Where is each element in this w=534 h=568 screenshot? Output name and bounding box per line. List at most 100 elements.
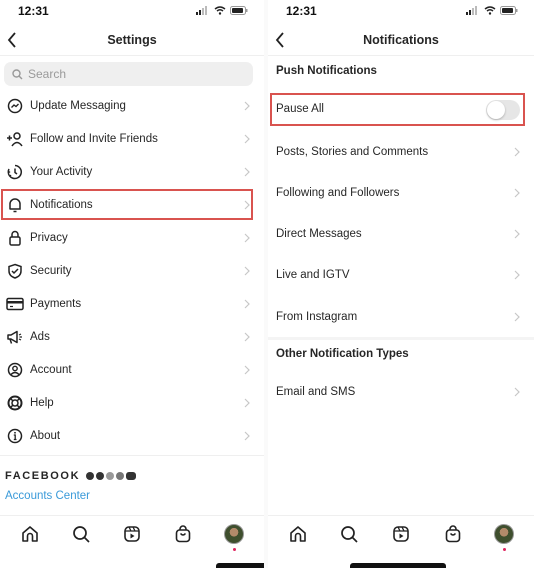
item-label: Follow and Invite Friends — [30, 132, 158, 145]
tab-shop[interactable] — [172, 523, 194, 545]
facebook-app-icons — [86, 472, 137, 480]
tab-home[interactable] — [287, 523, 309, 545]
status-icons — [466, 6, 518, 15]
settings-item-privacy[interactable]: Privacy — [0, 221, 264, 254]
item-label: Security — [30, 264, 72, 277]
messenger-small-icon — [96, 472, 105, 480]
facebook-wordmark: FACEBOOK — [5, 470, 81, 482]
chevron-right-icon — [244, 134, 250, 143]
settings-item-follow-invite[interactable]: Follow and Invite Friends — [0, 122, 264, 155]
home-indicator — [350, 563, 446, 568]
notif-item-from-instagram[interactable]: From Instagram — [268, 299, 534, 335]
highlight-box-pause-all — [270, 93, 525, 126]
settings-item-help[interactable]: Help — [0, 386, 264, 419]
item-label: Update Messaging — [30, 99, 126, 112]
tab-profile[interactable] — [493, 523, 515, 551]
item-label: Your Activity — [30, 165, 93, 178]
chevron-right-icon — [514, 312, 520, 322]
settings-item-about[interactable]: About — [0, 419, 264, 452]
item-label: Help — [30, 396, 54, 409]
notifications-screen: 12:31 Notifications Push Notifications P… — [268, 0, 534, 568]
reels-icon — [124, 526, 140, 542]
settings-item-payments[interactable]: Payments — [0, 287, 264, 320]
shield-check-icon — [5, 261, 25, 281]
settings-item-ads[interactable]: Ads — [0, 320, 264, 353]
item-label: Direct Messages — [276, 228, 362, 240]
tab-reels[interactable] — [390, 523, 412, 545]
status-bar: 12:31 — [0, 0, 264, 22]
notif-item-live-igtv[interactable]: Live and IGTV — [268, 257, 534, 293]
notif-item-direct-messages[interactable]: Direct Messages — [268, 216, 534, 252]
lock-icon — [5, 228, 25, 248]
accounts-center-link[interactable]: Accounts Center — [5, 490, 90, 502]
settings-item-your-activity[interactable]: Your Activity — [0, 155, 264, 188]
status-time: 12:31 — [18, 4, 49, 18]
chevron-right-icon — [244, 167, 250, 176]
person-circle-icon — [5, 360, 25, 380]
reels-icon — [393, 526, 409, 542]
settings-item-account[interactable]: Account — [0, 353, 264, 386]
item-label: About — [30, 429, 61, 442]
facebook-section: FACEBOOK — [5, 470, 137, 482]
search-icon — [12, 68, 23, 79]
tab-bar — [0, 518, 264, 551]
header: Notifications — [268, 26, 534, 56]
credit-card-icon — [5, 294, 25, 314]
instagram-small-icon — [106, 472, 115, 480]
tab-search[interactable] — [338, 523, 360, 545]
status-time: 12:31 — [286, 4, 317, 18]
chevron-right-icon — [244, 332, 250, 341]
tab-home[interactable] — [19, 523, 41, 545]
section-divider — [268, 337, 534, 340]
status-icons — [196, 6, 248, 15]
header: Settings — [0, 26, 264, 56]
settings-item-security[interactable]: Security — [0, 254, 264, 287]
item-label: Following and Followers — [276, 187, 400, 199]
chevron-right-icon — [244, 101, 250, 110]
activity-clock-icon — [5, 162, 25, 182]
notification-dot — [502, 548, 506, 551]
lifebuoy-icon — [5, 393, 25, 413]
search-icon — [72, 526, 90, 543]
tab-reels[interactable] — [121, 523, 143, 545]
item-label: Account — [30, 363, 72, 376]
item-label: Live and IGTV — [276, 269, 350, 281]
oculus-icon — [126, 472, 137, 480]
tab-search[interactable] — [70, 523, 92, 545]
shop-icon — [445, 525, 460, 543]
tab-shop[interactable] — [442, 523, 464, 545]
facebook-icon — [86, 472, 95, 480]
divider — [0, 455, 264, 456]
home-indicator — [216, 563, 264, 568]
wifi-icon — [484, 6, 496, 15]
item-label: Ads — [30, 330, 50, 343]
add-person-icon — [5, 129, 25, 149]
page-title: Settings — [107, 33, 157, 47]
section-push-notifications: Push Notifications — [276, 65, 377, 77]
status-bar: 12:31 — [268, 0, 534, 22]
home-icon — [289, 526, 306, 542]
notif-item-posts-stories-comments[interactable]: Posts, Stories and Comments — [268, 134, 534, 170]
profile-avatar — [494, 524, 515, 544]
item-label: From Instagram — [276, 311, 358, 323]
home-icon — [21, 526, 38, 542]
settings-item-update-messaging[interactable]: Update Messaging — [0, 89, 264, 122]
messenger-icon — [5, 96, 25, 116]
chevron-right-icon — [514, 387, 520, 397]
shop-icon — [175, 525, 191, 543]
notif-item-following-followers[interactable]: Following and Followers — [268, 175, 534, 211]
notif-item-email-sms[interactable]: Email and SMS — [268, 374, 534, 410]
tab-profile[interactable] — [223, 523, 245, 551]
tabbar-divider — [268, 515, 534, 516]
item-label: Privacy — [30, 231, 68, 244]
chevron-right-icon — [244, 431, 250, 440]
megaphone-icon — [5, 327, 25, 347]
signal-icon — [466, 6, 477, 15]
chevron-right-icon — [244, 365, 250, 374]
battery-icon — [500, 6, 518, 15]
wifi-icon — [214, 6, 226, 15]
page-title: Notifications — [363, 33, 439, 47]
search-input[interactable]: Search — [4, 62, 253, 86]
item-label: Posts, Stories and Comments — [276, 146, 429, 158]
notification-dot — [232, 548, 236, 551]
